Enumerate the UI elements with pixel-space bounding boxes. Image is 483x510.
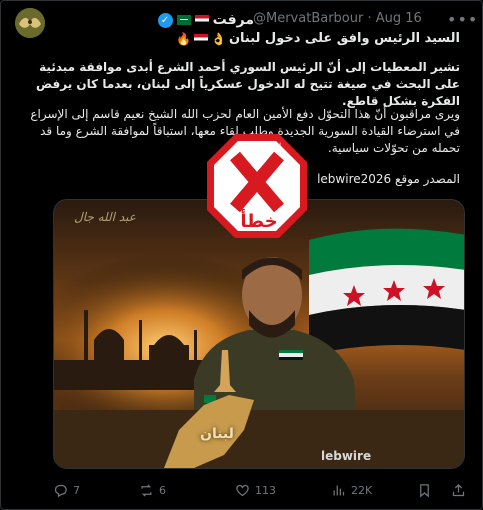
verified-icon: ✓ xyxy=(157,12,173,28)
post-card[interactable]: ✓ مرفت @MervatBarbour · Aug 16 ••• السيد… xyxy=(0,0,483,510)
bookmark-button[interactable] xyxy=(417,483,432,498)
display-name[interactable]: مرفت xyxy=(213,12,254,28)
reply-icon xyxy=(54,484,67,498)
post-first-line: السيد الرئيس وافق على دخول لبنان 👌 🔥 xyxy=(176,31,460,46)
like-button[interactable]: 113 xyxy=(235,483,276,498)
bookmark-icon xyxy=(420,484,429,498)
more-options-icon[interactable]: ••• xyxy=(447,9,477,31)
action-bar: 7 6 113 22K xyxy=(53,483,469,503)
reply-button[interactable]: 7 xyxy=(53,483,80,498)
repost-button[interactable]: 6 xyxy=(139,483,166,498)
map-label: لبنان xyxy=(200,426,234,442)
reply-count: 7 xyxy=(73,484,80,497)
handle[interactable]: @MervatBarbour xyxy=(253,11,363,26)
like-icon xyxy=(236,484,249,497)
separator-dot: · xyxy=(367,11,372,26)
repost-count: 6 xyxy=(159,484,166,497)
like-count: 113 xyxy=(255,484,276,497)
share-icon xyxy=(452,483,465,497)
watermark-text: lebwire xyxy=(321,449,372,463)
line1-text: السيد الرئيس وافق على دخول لبنان xyxy=(228,31,460,46)
views-button[interactable]: 22K xyxy=(331,483,372,498)
ok-hand-emoji-icon: 👌 xyxy=(210,31,226,46)
views-count: 22K xyxy=(351,484,373,497)
saudi-flag-icon xyxy=(176,15,191,25)
share-button[interactable] xyxy=(451,483,466,498)
author-handle-date: @MervatBarbour · Aug 16 xyxy=(253,11,422,26)
source-prefix: المصدر موقع xyxy=(395,172,460,186)
post-paragraph-1: تشير المعطيات إلى أنّ الرئيس السوري أحمد… xyxy=(36,60,460,108)
fire-emoji-icon: 🔥 xyxy=(176,31,191,46)
author-header: ✓ مرفت xyxy=(157,10,254,30)
avatar[interactable] xyxy=(15,8,45,38)
stamp-label: خطأ xyxy=(240,211,278,232)
egypt-flag-icon xyxy=(193,33,208,44)
stamp-hashtag: #إنصار_تحققي xyxy=(236,142,282,150)
source-link[interactable]: lebwire2026 xyxy=(317,172,391,186)
artist-signature: عبد الله جال xyxy=(74,210,136,224)
repost-icon xyxy=(141,484,152,497)
views-icon xyxy=(333,485,345,496)
egypt-flag-icon xyxy=(194,15,209,25)
post-date[interactable]: Aug 16 xyxy=(376,11,422,26)
syrian-flag xyxy=(309,228,464,355)
